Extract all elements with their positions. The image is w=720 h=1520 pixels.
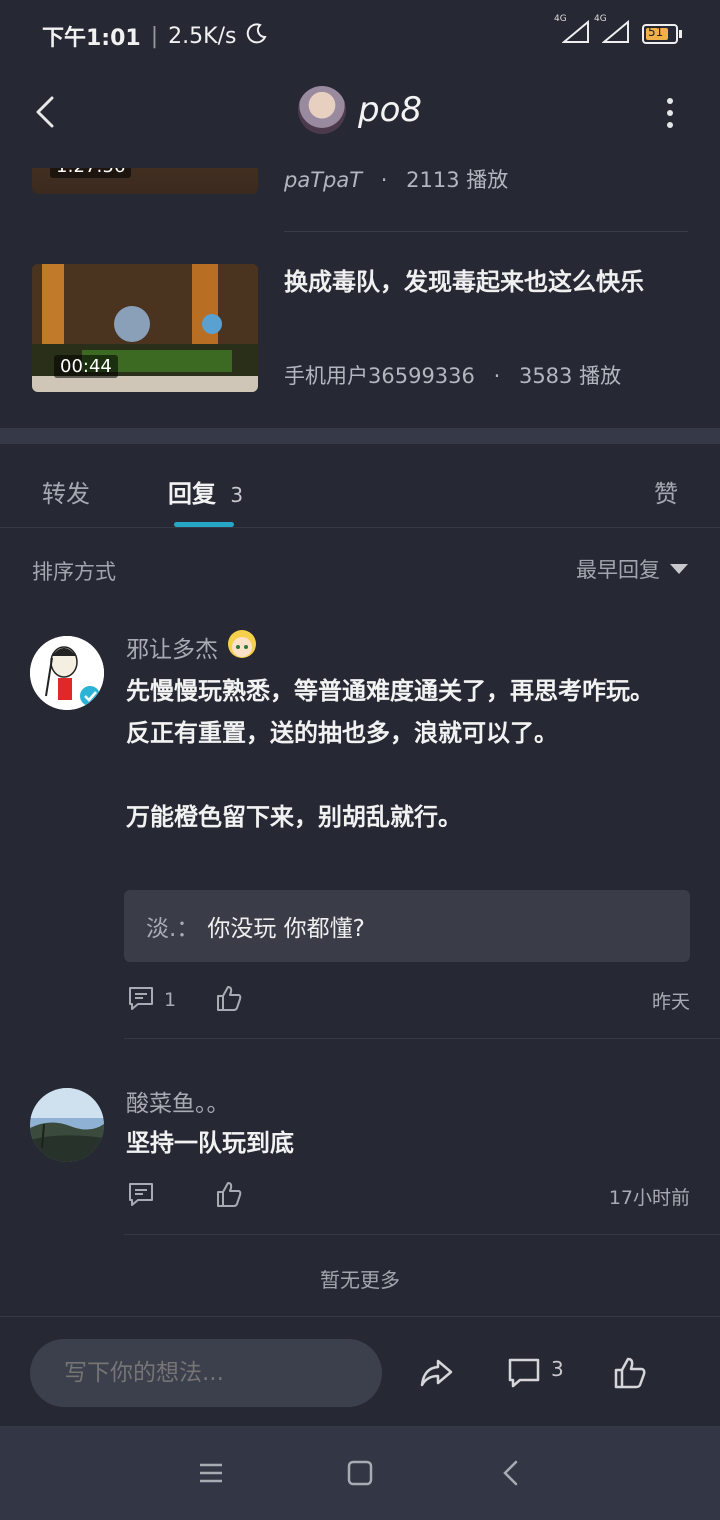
moon-icon xyxy=(246,22,268,50)
video-author: paTpaT xyxy=(284,168,363,192)
sort-bar: 排序方式 最早回复 xyxy=(0,528,720,608)
thumbs-up-icon[interactable] xyxy=(214,983,244,1017)
video-plays: 3583 播放 xyxy=(518,364,622,388)
comment-author-name[interactable]: 酸菜鱼。。 xyxy=(126,1084,230,1118)
comment-icon[interactable] xyxy=(126,1179,156,1213)
nested-reply[interactable]: 淡.： 你没玩 你都懂? xyxy=(124,890,690,962)
active-tab-indicator xyxy=(174,522,234,527)
meta-dot: · xyxy=(380,168,388,192)
caret-down-icon xyxy=(670,564,688,574)
more-options-button[interactable] xyxy=(660,98,680,128)
back-icon[interactable] xyxy=(496,1458,526,1488)
battery-icon: 51 xyxy=(642,24,682,44)
status-left: 下午1:01 | 2.5K/s xyxy=(42,20,268,52)
avatar-image xyxy=(30,636,104,710)
comment-item: 酸菜鱼。。 坚持一队玩到底 17小时前 xyxy=(0,1080,720,1236)
comment-icon[interactable] xyxy=(506,1355,542,1391)
comment-icon[interactable] xyxy=(126,983,156,1017)
sort-label: 排序方式 xyxy=(32,560,116,584)
back-button[interactable] xyxy=(26,92,66,132)
video-item[interactable]: 1:27:56 paTpaT · 2113 播放 xyxy=(32,168,688,208)
video-thumbnail[interactable]: 00:44 xyxy=(32,264,258,392)
section-gap xyxy=(0,428,720,444)
video-title[interactable]: 换成毒队，发现毒起来也这么快乐 xyxy=(284,264,684,352)
video-author: 手机用户36599336 xyxy=(284,364,475,388)
home-icon[interactable] xyxy=(345,1458,375,1488)
comment-text: 先慢慢玩熟悉，等普通难度通关了，再思考咋玩。 反正有重置，送的抽也多，浪就可以了… xyxy=(126,677,654,831)
sort-selected: 最早回复 xyxy=(576,558,660,582)
header-user[interactable]: po8 xyxy=(298,86,422,134)
video-thumbnail[interactable]: 1:27:56 xyxy=(32,168,258,194)
tab-reply-label: 回复 xyxy=(168,480,216,508)
tab-reply-count: 3 xyxy=(230,483,244,507)
sort-dropdown[interactable]: 最早回复 xyxy=(576,554,688,584)
video-meta: 手机用户36599336 · 3583 播放 xyxy=(284,360,621,390)
signal-icon: 4G xyxy=(594,14,630,48)
bottom-action-bar: 3 xyxy=(0,1316,720,1426)
video-meta: paTpaT · 2113 播放 xyxy=(284,168,508,194)
comment-author[interactable]: 邪让多杰 xyxy=(126,628,258,666)
nested-reply-user[interactable]: 淡.： xyxy=(146,909,199,943)
thumbs-up-icon[interactable] xyxy=(214,1179,244,1213)
comment-reply-count: 1 xyxy=(164,989,177,1011)
comment-input[interactable] xyxy=(30,1339,382,1407)
no-more-text: 暂无更多 xyxy=(320,1268,400,1292)
thumbs-up-icon[interactable] xyxy=(612,1355,648,1391)
page-title: po8 xyxy=(358,90,423,130)
avatar[interactable] xyxy=(30,1088,104,1162)
divider xyxy=(124,1038,720,1039)
divider xyxy=(124,1234,720,1235)
avatar-image xyxy=(30,1088,104,1162)
badge-avatar-icon xyxy=(226,628,258,666)
dot-icon xyxy=(667,122,673,128)
comment-actions: 17小时前 xyxy=(126,1178,690,1214)
comment-count: 3 xyxy=(551,1357,564,1381)
tab-like[interactable]: 赞 xyxy=(654,474,678,509)
comment-author-name: 邪让多杰 xyxy=(126,637,218,663)
comment-item: 邪让多杰 先慢慢玩熟悉，等普通难度通关了，再思考咋玩。 反正有重置，送的抽也多，… xyxy=(0,628,720,1039)
status-separator: | xyxy=(150,23,159,49)
signal-icon: 4G xyxy=(554,14,590,48)
video-item[interactable]: 00:44 换成毒队，发现毒起来也这么快乐 手机用户36599336 · 358… xyxy=(32,264,688,394)
header: po8 xyxy=(0,70,720,154)
comment-actions: 1 昨天 xyxy=(126,982,690,1018)
nested-reply-text: 你没玩 你都懂? xyxy=(207,916,365,942)
chevron-left-icon xyxy=(36,96,54,128)
menu-icon[interactable] xyxy=(196,1458,226,1488)
status-bar: 下午1:01 | 2.5K/s 4G 4G 51 xyxy=(0,0,720,70)
comment-text: 坚持一队玩到底 xyxy=(126,1129,294,1157)
meta-dot: · xyxy=(493,364,501,388)
status-time: 下午1:01 xyxy=(42,26,141,51)
comment-time: 17小时前 xyxy=(608,1186,690,1209)
video-duration: 00:44 xyxy=(54,355,118,378)
status-speed: 2.5K/s xyxy=(168,23,237,49)
avatar[interactable] xyxy=(30,636,104,710)
tab-bar: 转发 回复 3 赞 xyxy=(0,444,720,528)
dot-icon xyxy=(667,98,673,104)
video-plays: 2113 播放 xyxy=(406,168,509,192)
status-right: 4G 4G 51 xyxy=(554,14,682,48)
tab-reply[interactable]: 回复 3 xyxy=(168,474,243,509)
share-icon[interactable] xyxy=(418,1355,454,1391)
avatar[interactable] xyxy=(298,86,346,134)
system-nav-bar xyxy=(0,1426,720,1520)
video-duration: 1:27:56 xyxy=(50,168,132,178)
tab-repost[interactable]: 转发 xyxy=(42,474,90,509)
comment-time: 昨天 xyxy=(651,990,690,1013)
divider xyxy=(284,231,688,232)
dot-icon xyxy=(667,110,673,116)
